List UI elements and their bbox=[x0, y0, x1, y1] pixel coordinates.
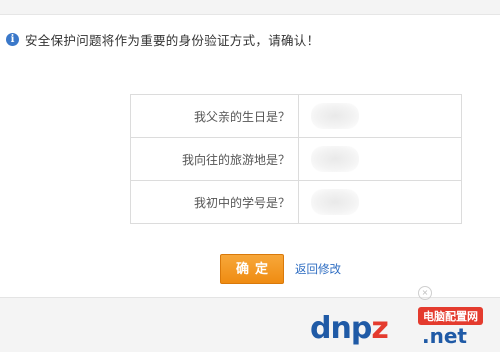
watermark: dnpz 电脑配置网 .net bbox=[310, 305, 500, 351]
answer-field[interactable] bbox=[298, 137, 462, 181]
watermark-badge: 电脑配置网 bbox=[418, 307, 483, 325]
table-row: 我父亲的生日是？ bbox=[130, 94, 462, 138]
watermark-mark-icon: × bbox=[418, 286, 432, 300]
watermark-domain: .net bbox=[422, 324, 467, 348]
blurred-answer bbox=[311, 146, 359, 172]
table-row: 我向往的旅游地是？ bbox=[130, 137, 462, 181]
answer-field[interactable] bbox=[298, 94, 462, 138]
confirm-button[interactable]: 确定 bbox=[220, 254, 284, 284]
question-label: 我父亲的生日是？ bbox=[130, 94, 299, 138]
security-questions-table: 我父亲的生日是？ 我向往的旅游地是？ 我初中的学号是？ bbox=[130, 94, 462, 224]
blurred-answer bbox=[311, 103, 359, 129]
blurred-answer bbox=[311, 189, 359, 215]
back-to-edit-link[interactable]: 返回修改 bbox=[295, 261, 341, 277]
info-icon: i bbox=[6, 32, 19, 46]
answer-field[interactable] bbox=[298, 180, 462, 224]
watermark-logo: dnpz bbox=[310, 311, 389, 346]
question-label: 我向往的旅游地是？ bbox=[130, 137, 299, 181]
notice-text: 安全保护问题将作为重要的身份验证方式，请确认！ bbox=[25, 32, 320, 48]
table-row: 我初中的学号是？ bbox=[130, 180, 462, 224]
question-label: 我初中的学号是？ bbox=[130, 180, 299, 224]
top-header-strip bbox=[0, 0, 500, 15]
security-notice: i 安全保护问题将作为重要的身份验证方式，请确认！ bbox=[6, 30, 319, 48]
